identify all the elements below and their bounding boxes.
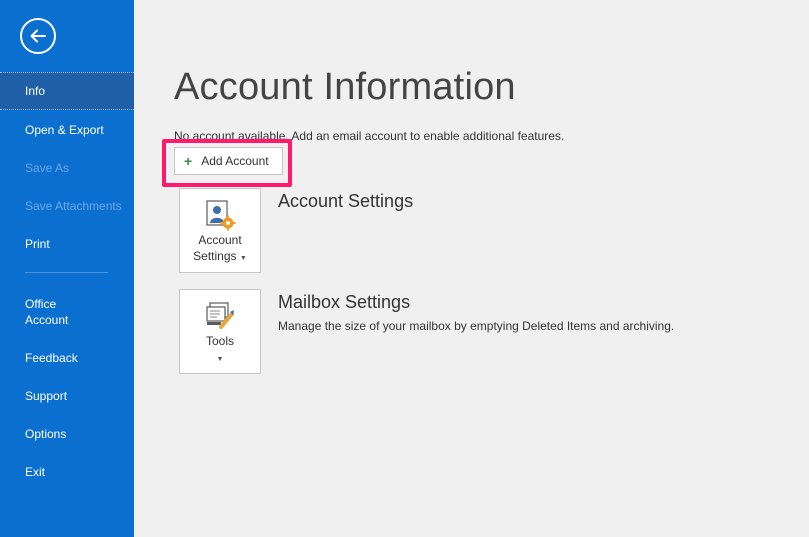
backstage-sidebar: Info Open & Export Save As Save Attachme… (0, 0, 134, 537)
nav-support[interactable]: Support (0, 388, 134, 404)
tools-icon (206, 302, 234, 329)
add-account-label: Add Account (201, 154, 269, 168)
nav-info[interactable]: Info (0, 72, 134, 110)
dropdown-caret-icon: ▼ (216, 356, 224, 363)
nav-info-label: Info (25, 84, 46, 98)
account-settings-icon (206, 200, 236, 231)
dropdown-caret-icon: ▼ (239, 255, 247, 262)
nav-save-as-label: Save As (25, 161, 70, 175)
account-settings-tile[interactable]: Account Settings ▼ (179, 188, 261, 273)
account-settings-tile-line2-row: Settings ▼ (180, 248, 260, 267)
account-settings-tile-line1: Account (198, 233, 242, 247)
back-arrow-icon (30, 29, 46, 43)
tools-tile-label: Tools (205, 334, 234, 348)
back-button[interactable] (20, 18, 56, 54)
nav-divider (25, 272, 108, 273)
page-title: Account Information (174, 66, 516, 108)
nav-feedback-label: Feedback (25, 351, 78, 365)
nav-open-export-label: Open & Export (25, 123, 104, 137)
nav-feedback[interactable]: Feedback (0, 350, 134, 366)
nav-office-account-label-line1: Office (25, 297, 57, 311)
nav-office-account[interactable]: Office Account (0, 296, 134, 328)
nav-options-label: Options (25, 427, 67, 441)
account-settings-title: Account Settings (278, 191, 414, 211)
nav-open-export[interactable]: Open & Export (0, 122, 134, 138)
nav-exit[interactable]: Exit (0, 464, 134, 480)
nav-support-label: Support (25, 389, 68, 403)
account-settings-tile-line2: Settings (193, 249, 237, 263)
tools-tile[interactable]: Tools ▼ (179, 289, 261, 374)
nav-print[interactable]: Print (0, 236, 134, 252)
mailbox-settings-description: Manage the size of your mailbox by empty… (278, 319, 675, 333)
nav-exit-label: Exit (25, 465, 46, 479)
nav-save-attachments: Save Attachments (0, 198, 134, 214)
nav-options[interactable]: Options (0, 426, 134, 442)
nav-save-as: Save As (0, 160, 134, 176)
tools-tile-caret-row: ▼ (180, 349, 260, 368)
plus-icon: + (184, 153, 193, 169)
nav-save-attachments-label: Save Attachments (25, 199, 122, 213)
nav-print-label: Print (25, 237, 50, 251)
mailbox-settings-title: Mailbox Settings (278, 292, 411, 312)
add-account-button[interactable]: + Add Account (174, 147, 283, 175)
nav-office-account-label-line2: Account (25, 313, 69, 327)
